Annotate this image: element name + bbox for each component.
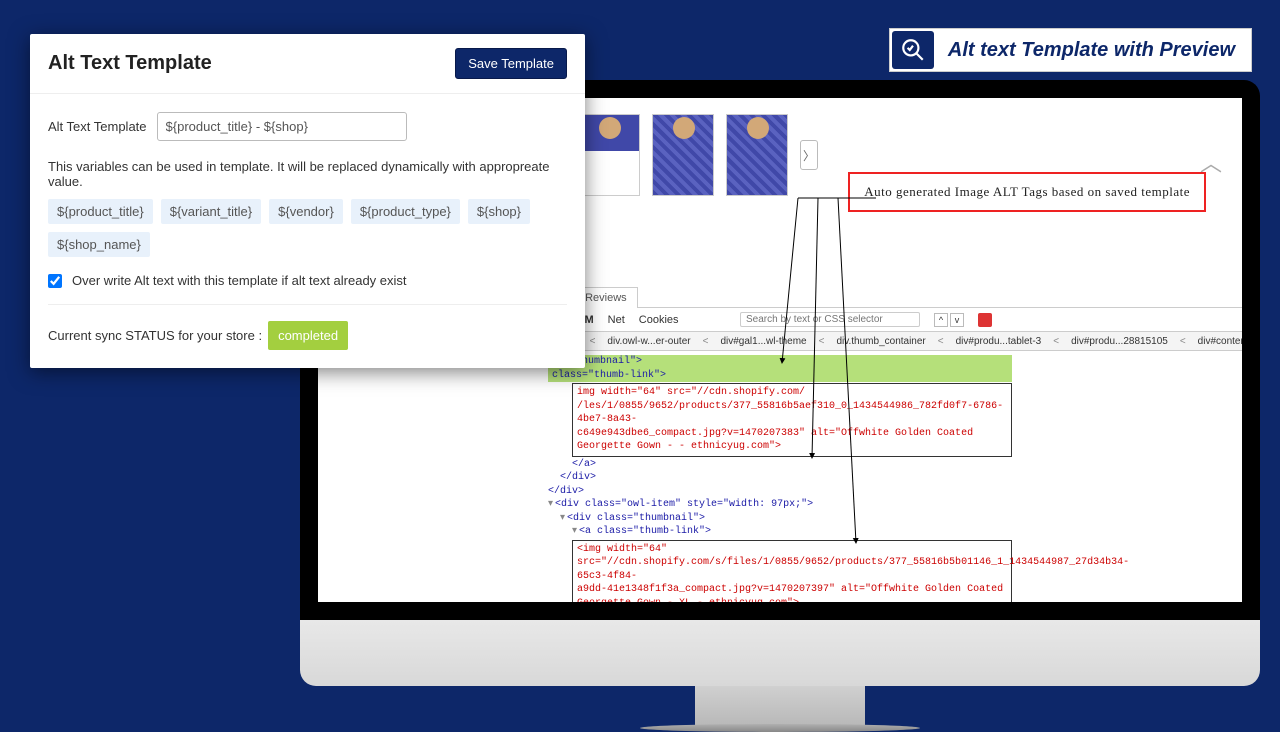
var-variant-title[interactable]: ${variant_title} [161, 199, 261, 224]
product-thumbnail[interactable] [652, 114, 714, 196]
var-product-type[interactable]: ${product_type} [351, 199, 460, 224]
overwrite-label: Over write Alt text with this template i… [72, 273, 407, 288]
template-input[interactable] [157, 112, 407, 141]
carousel-next-icon[interactable]: 〉 [800, 140, 818, 170]
product-thumbnail[interactable] [726, 114, 788, 196]
help-text: This variables can be used in template. … [48, 159, 567, 189]
var-shop[interactable]: ${shop} [468, 199, 530, 224]
dom-tree[interactable]: ss="thumbnail"> class="thumb-link"> img … [318, 351, 1242, 602]
dom-img-node: img width="64" src="//cdn.shopify.com/ /… [572, 383, 1012, 457]
panel-title: Alt Text Template [48, 52, 212, 75]
devtool-tab-net[interactable]: Net [608, 314, 625, 326]
variable-tags: ${product_title} ${variant_title} ${vend… [48, 199, 567, 257]
settings-panel: Alt Text Template Save Template Alt Text… [30, 34, 585, 368]
var-product-title[interactable]: ${product_title} [48, 199, 153, 224]
status-label: Current sync STATUS for your store : [48, 328, 262, 343]
nav-down-icon[interactable]: v [950, 313, 964, 327]
devtool-tab-cookies[interactable]: Cookies [639, 314, 679, 326]
status-badge: completed [268, 321, 348, 350]
close-icon[interactable] [978, 313, 992, 327]
template-input-label: Alt Text Template [48, 119, 147, 134]
var-vendor[interactable]: ${vendor} [269, 199, 343, 224]
banner-title: Alt text Template with Preview [934, 39, 1249, 62]
apple-logo-icon [300, 620, 1260, 686]
nav-up-icon[interactable]: ^ [934, 313, 948, 327]
callout-box: Auto generated Image ALT Tags based on s… [848, 172, 1206, 212]
dom-img-node: <img width="64" src="//cdn.shopify.com/s… [572, 540, 1012, 603]
overwrite-checkbox[interactable] [48, 274, 62, 288]
highlighted-node: ss="thumbnail"> [548, 355, 1012, 369]
highlighted-node: class="thumb-link"> [548, 369, 1012, 383]
save-template-button[interactable]: Save Template [455, 48, 567, 79]
product-thumbnail[interactable] [578, 114, 640, 196]
banner: Alt text Template with Preview [889, 28, 1252, 72]
devtool-search-input[interactable] [740, 312, 920, 327]
seo-magnifier-icon [892, 31, 934, 69]
var-shop-name[interactable]: ${shop_name} [48, 232, 150, 257]
